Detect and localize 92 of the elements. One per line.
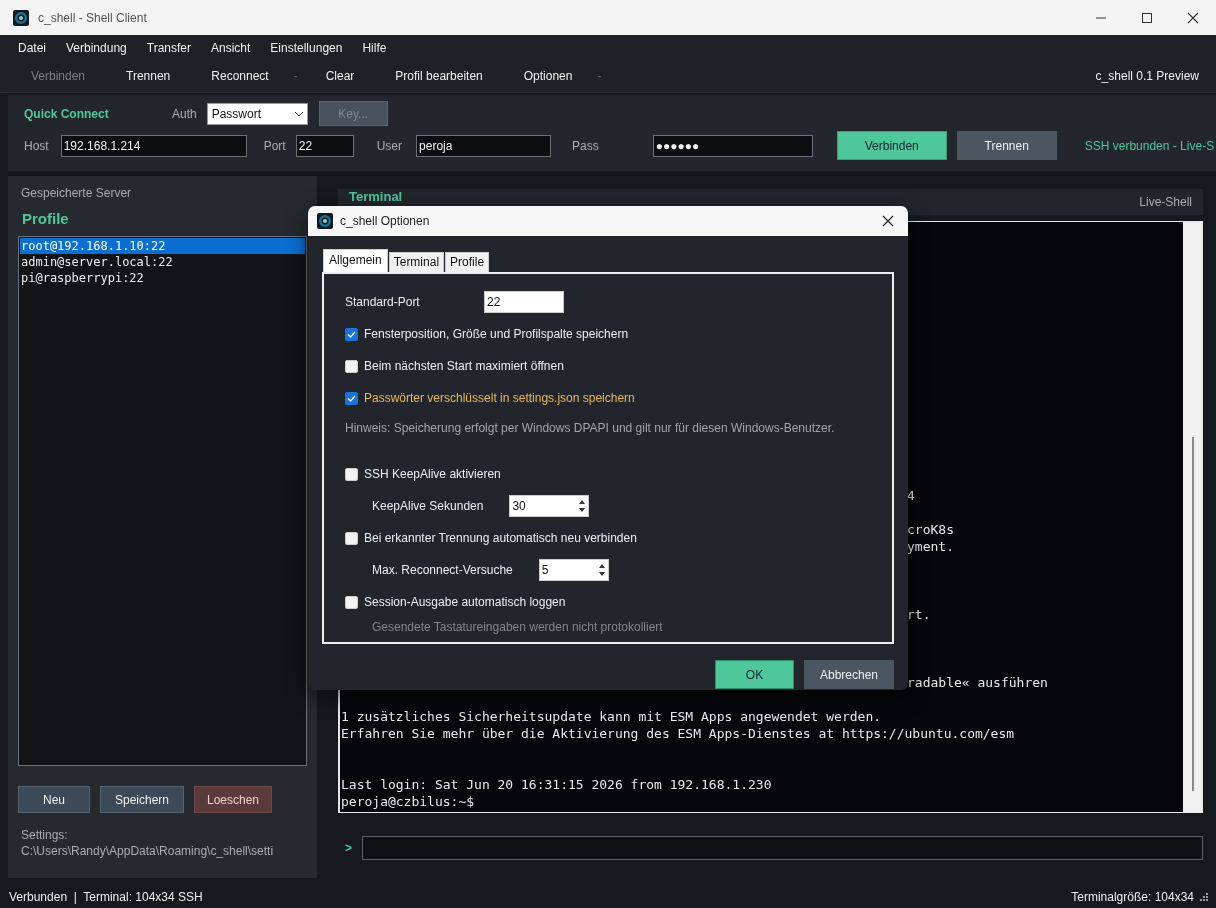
terminal-line: yment. [907,539,954,554]
section-title: Profile [22,210,70,229]
toolbar-button[interactable]: Optionen [513,69,583,83]
checkbox-label[interactable]: SSH KeepAlive aktivieren [364,467,501,481]
input-field[interactable]: 22 [295,134,354,157]
checkbox-label[interactable]: Session-Ausgabe automatisch loggen [364,595,566,609]
profile-button[interactable]: Neu [18,786,90,813]
app-icon [317,213,333,229]
field-label: User [376,138,403,153]
checkbox-label[interactable]: Passwörter verschlüsselt in settings.json speichern [364,391,635,405]
toolbar-button[interactable]: Reconnect [201,69,279,83]
settings-label: Settings: [21,827,69,843]
section-caption: Gespeicherte Server [21,186,133,202]
terminal-line: 1 zusätzliches Sicherheitsupdate kann mit ESM Apps angewendet werden. [341,709,882,724]
window-title: c_shell - Shell Client [38,10,148,25]
toolbar-separator: - [597,69,602,83]
tab[interactable]: Profile [445,252,490,272]
profile-button[interactable]: Loeschen [194,786,272,813]
tab[interactable]: Terminal [388,252,445,272]
profile-list[interactable]: root@192.168.1.10:22 admin@server.local:22 pi@raspberrypi:22 [18,236,307,766]
profile-item[interactable]: root@192.168.1.10:22 [20,238,305,254]
settings-path: C:\Users\Randy\AppData\Roaming\c_shell\setti [21,843,275,859]
terminal-size: Terminalgröße: 104x34 [1071,889,1194,904]
disconnect-button[interactable]: Trennen [956,131,1057,160]
terminal-line: 4 [907,488,915,503]
menu-item[interactable]: Transfer [136,40,201,55]
terminal-line: Last login: Sat Jun 20 16:31:15 2026 from 192.168.1.230 [341,777,772,792]
scrollbar[interactable] [1183,222,1202,812]
dialog-button[interactable]: Abbrechen [804,660,894,689]
checkbox[interactable] [345,467,358,481]
mode-label: Live-Shell [1139,195,1192,209]
input-field[interactable]: 192.168.1.214 [60,134,247,157]
hint-text: Hinweis: Speicherung erfolgt per Windows DPAPI und gilt nur für diesen Windows-Benutzer. [345,420,836,437]
section-title: Quick Connect [24,106,110,121]
toolbar-button[interactable]: Clear [315,69,365,83]
input-field[interactable]: ●●●●●● [652,134,813,157]
prompt-icon: > [338,841,362,855]
menu-item[interactable]: Einstellungen [260,40,353,55]
toolbar-button[interactable]: Profil bearbeiten [385,69,493,83]
connection-status: SSH verbunden - Live-S [1084,138,1215,153]
profile-button[interactable]: Speichern [100,786,184,813]
dialog-title: c_shell Optionen [340,214,431,228]
check-icon [347,394,356,402]
checkbox[interactable] [345,359,358,373]
terminal-line: peroja@czbilus:~$ [341,794,475,809]
field-label: Port [263,138,286,153]
number-spinner[interactable]: 5 [538,559,609,581]
hint-text: Gesendete Tastatureingaben werden nicht protokolliert [371,619,664,636]
app-icon [13,9,29,26]
field-label: KeepAlive Sekunden [371,499,484,513]
checkbox-label[interactable]: Beim nächsten Start maximiert öffnen [364,359,564,373]
toolbar-button[interactable]: Trennen [116,69,181,83]
close-icon [1187,11,1199,24]
menu-item[interactable]: Verbindung [56,40,137,55]
field-label: Host [24,138,49,153]
number-spinner[interactable]: 30 [509,495,590,517]
terminal-line: croK8s [907,522,954,537]
close-icon [882,215,894,227]
resize-grip-icon [1200,892,1208,901]
tab[interactable]: Allgemein [323,249,388,272]
field-label: Pass [572,138,599,153]
terminal-line: rt. [907,607,931,622]
field-label: Standard-Port [345,295,421,309]
check-icon [347,330,356,338]
dialog-button[interactable]: OK [715,660,794,689]
menu-item[interactable]: Hilfe [352,40,397,55]
checkbox[interactable] [345,531,358,545]
profile-item[interactable]: admin@server.local:22 [20,254,305,270]
checkbox[interactable] [345,391,358,405]
checkbox[interactable] [345,595,358,609]
port-field[interactable]: 22 [484,291,564,313]
menu-item[interactable]: Datei [8,40,56,55]
auth-dropdown[interactable]: Passwort [206,102,308,125]
scrollbar-thumb[interactable] [1191,437,1194,791]
menu-item[interactable]: Ansicht [201,40,261,55]
field-label: Auth [172,106,197,121]
checkbox[interactable] [345,327,358,341]
field-label: Max. Reconnect-Versuche [371,563,513,577]
version-label: c_shell 0.1 Preview [1095,69,1199,83]
connect-button[interactable]: Verbinden [836,131,947,160]
maximize-icon [1141,11,1153,24]
input-field[interactable]: peroja [416,134,552,157]
command-input[interactable] [362,836,1203,860]
profile-item[interactable]: pi@raspberrypi:22 [20,270,305,286]
terminal-line: radable« ausführen [907,675,1048,690]
status-text: Verbunden | Terminal: 104x34 SSH [9,889,204,904]
caret-icon [293,110,304,117]
checkbox-label[interactable]: Fensterposition, Größe und Profilspalte speichern [364,327,629,341]
panel-title: Terminal [349,190,403,203]
toolbar-separator: - [293,69,298,83]
terminal-line: Erfahren Sie mehr über die Aktivierung des ESM Apps-Dienstes at https://ubuntu.com/esm [341,726,1015,741]
checkbox-label[interactable]: Bei erkannter Trennung automatisch neu verbinden [364,531,637,545]
